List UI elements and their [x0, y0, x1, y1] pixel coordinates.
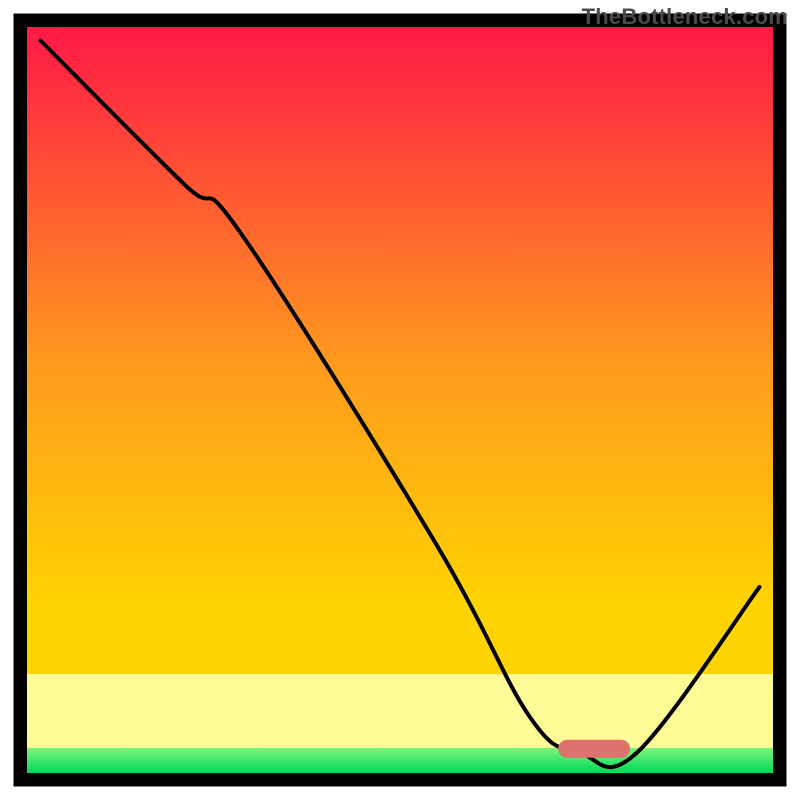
optimal-marker [558, 740, 630, 758]
pale-band [27, 674, 773, 748]
green-band [27, 748, 773, 773]
bottleneck-line-chart [0, 0, 800, 800]
watermark-text: TheBottleneck.com [582, 4, 788, 30]
chart-container: TheBottleneck.com [0, 0, 800, 800]
